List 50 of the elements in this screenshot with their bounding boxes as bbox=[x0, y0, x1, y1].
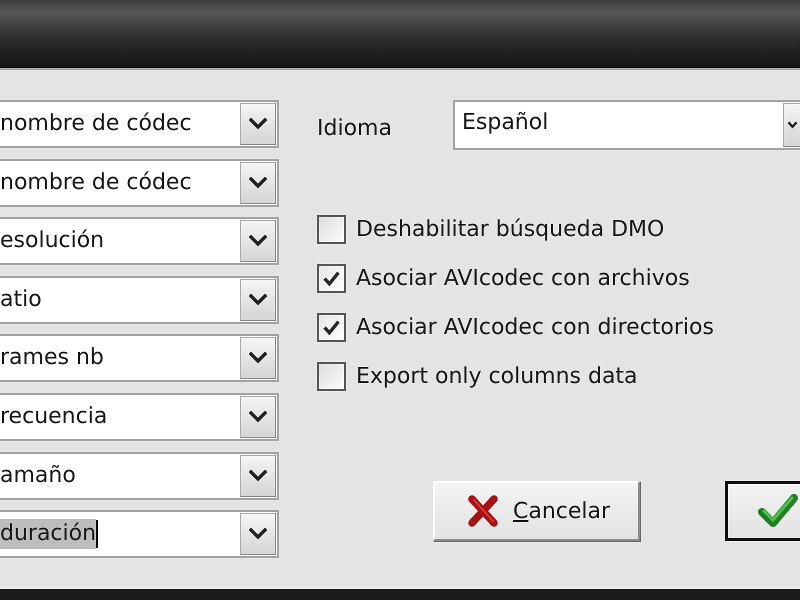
dropdown-field[interactable]: recuencia bbox=[0, 392, 279, 441]
field-text: rames nb bbox=[0, 344, 104, 372]
dropdown-button[interactable] bbox=[240, 337, 276, 380]
dropdown-button[interactable] bbox=[240, 220, 276, 262]
checkbox[interactable] bbox=[317, 362, 346, 391]
dropdown-field[interactable]: nombre de códec bbox=[0, 100, 279, 148]
field-text: nombre de códec bbox=[0, 110, 192, 138]
cross-icon bbox=[467, 494, 499, 528]
cancel-button[interactable]: Cancelar bbox=[433, 481, 640, 541]
language-label: Idioma bbox=[317, 114, 393, 140]
chevron-down-icon bbox=[249, 352, 267, 364]
dropdown-button[interactable] bbox=[240, 103, 276, 145]
checkbox-label[interactable]: Export only columns data bbox=[356, 364, 638, 389]
checkmark-icon bbox=[758, 493, 798, 529]
checkbox-label[interactable]: Deshabilitar búsqueda DMO bbox=[356, 217, 664, 242]
language-dropdown[interactable]: Español bbox=[453, 100, 800, 150]
field-text: amaño bbox=[0, 462, 76, 490]
dropdown-button[interactable] bbox=[240, 396, 276, 438]
chevron-down-icon bbox=[249, 470, 267, 482]
ok-button[interactable] bbox=[725, 481, 800, 541]
chevron-down-icon bbox=[249, 235, 267, 248]
dropdown-field[interactable]: esolución bbox=[0, 217, 279, 266]
dropdown-field[interactable]: atio bbox=[0, 276, 279, 324]
dropdown-button[interactable] bbox=[240, 162, 276, 204]
chevron-down-icon bbox=[786, 121, 798, 129]
checkbox[interactable] bbox=[317, 264, 346, 293]
checkbox[interactable] bbox=[317, 313, 346, 342]
dropdown-field[interactable]: nombre de códec bbox=[0, 158, 279, 207]
dropdown-button[interactable] bbox=[783, 103, 800, 147]
dropdown-field[interactable]: rames nb bbox=[0, 334, 279, 382]
checkmark-icon bbox=[323, 271, 340, 286]
chevron-down-icon bbox=[249, 294, 267, 306]
chevron-down-icon bbox=[249, 118, 267, 130]
field-text: recuencia bbox=[0, 402, 108, 431]
field-text: nombre de códec bbox=[0, 168, 192, 197]
chevron-down-icon bbox=[249, 176, 267, 189]
checkbox-label[interactable]: Asociar AVIcodec con directorios bbox=[356, 315, 714, 340]
field-text: esolución bbox=[0, 227, 104, 256]
dropdown-button[interactable] bbox=[240, 513, 276, 556]
dropdown-field[interactable]: duración bbox=[0, 510, 279, 558]
checkbox-label[interactable]: Asociar AVIcodec con archivos bbox=[356, 266, 690, 291]
field-text: atio bbox=[0, 286, 42, 314]
checkmark-icon bbox=[323, 320, 340, 335]
checkbox[interactable] bbox=[317, 215, 346, 244]
chevron-down-icon bbox=[249, 528, 267, 540]
dropdown-button[interactable] bbox=[240, 454, 276, 497]
field-text: duración bbox=[0, 519, 96, 550]
dropdown-button[interactable] bbox=[240, 278, 276, 321]
dropdown-field[interactable]: amaño bbox=[0, 452, 279, 500]
chevron-down-icon bbox=[249, 410, 267, 423]
